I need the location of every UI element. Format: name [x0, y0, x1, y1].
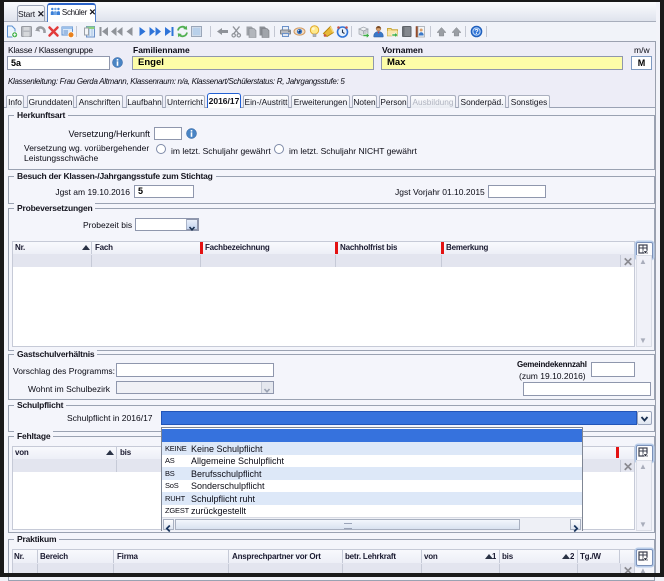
- svg-text:?: ?: [474, 29, 478, 36]
